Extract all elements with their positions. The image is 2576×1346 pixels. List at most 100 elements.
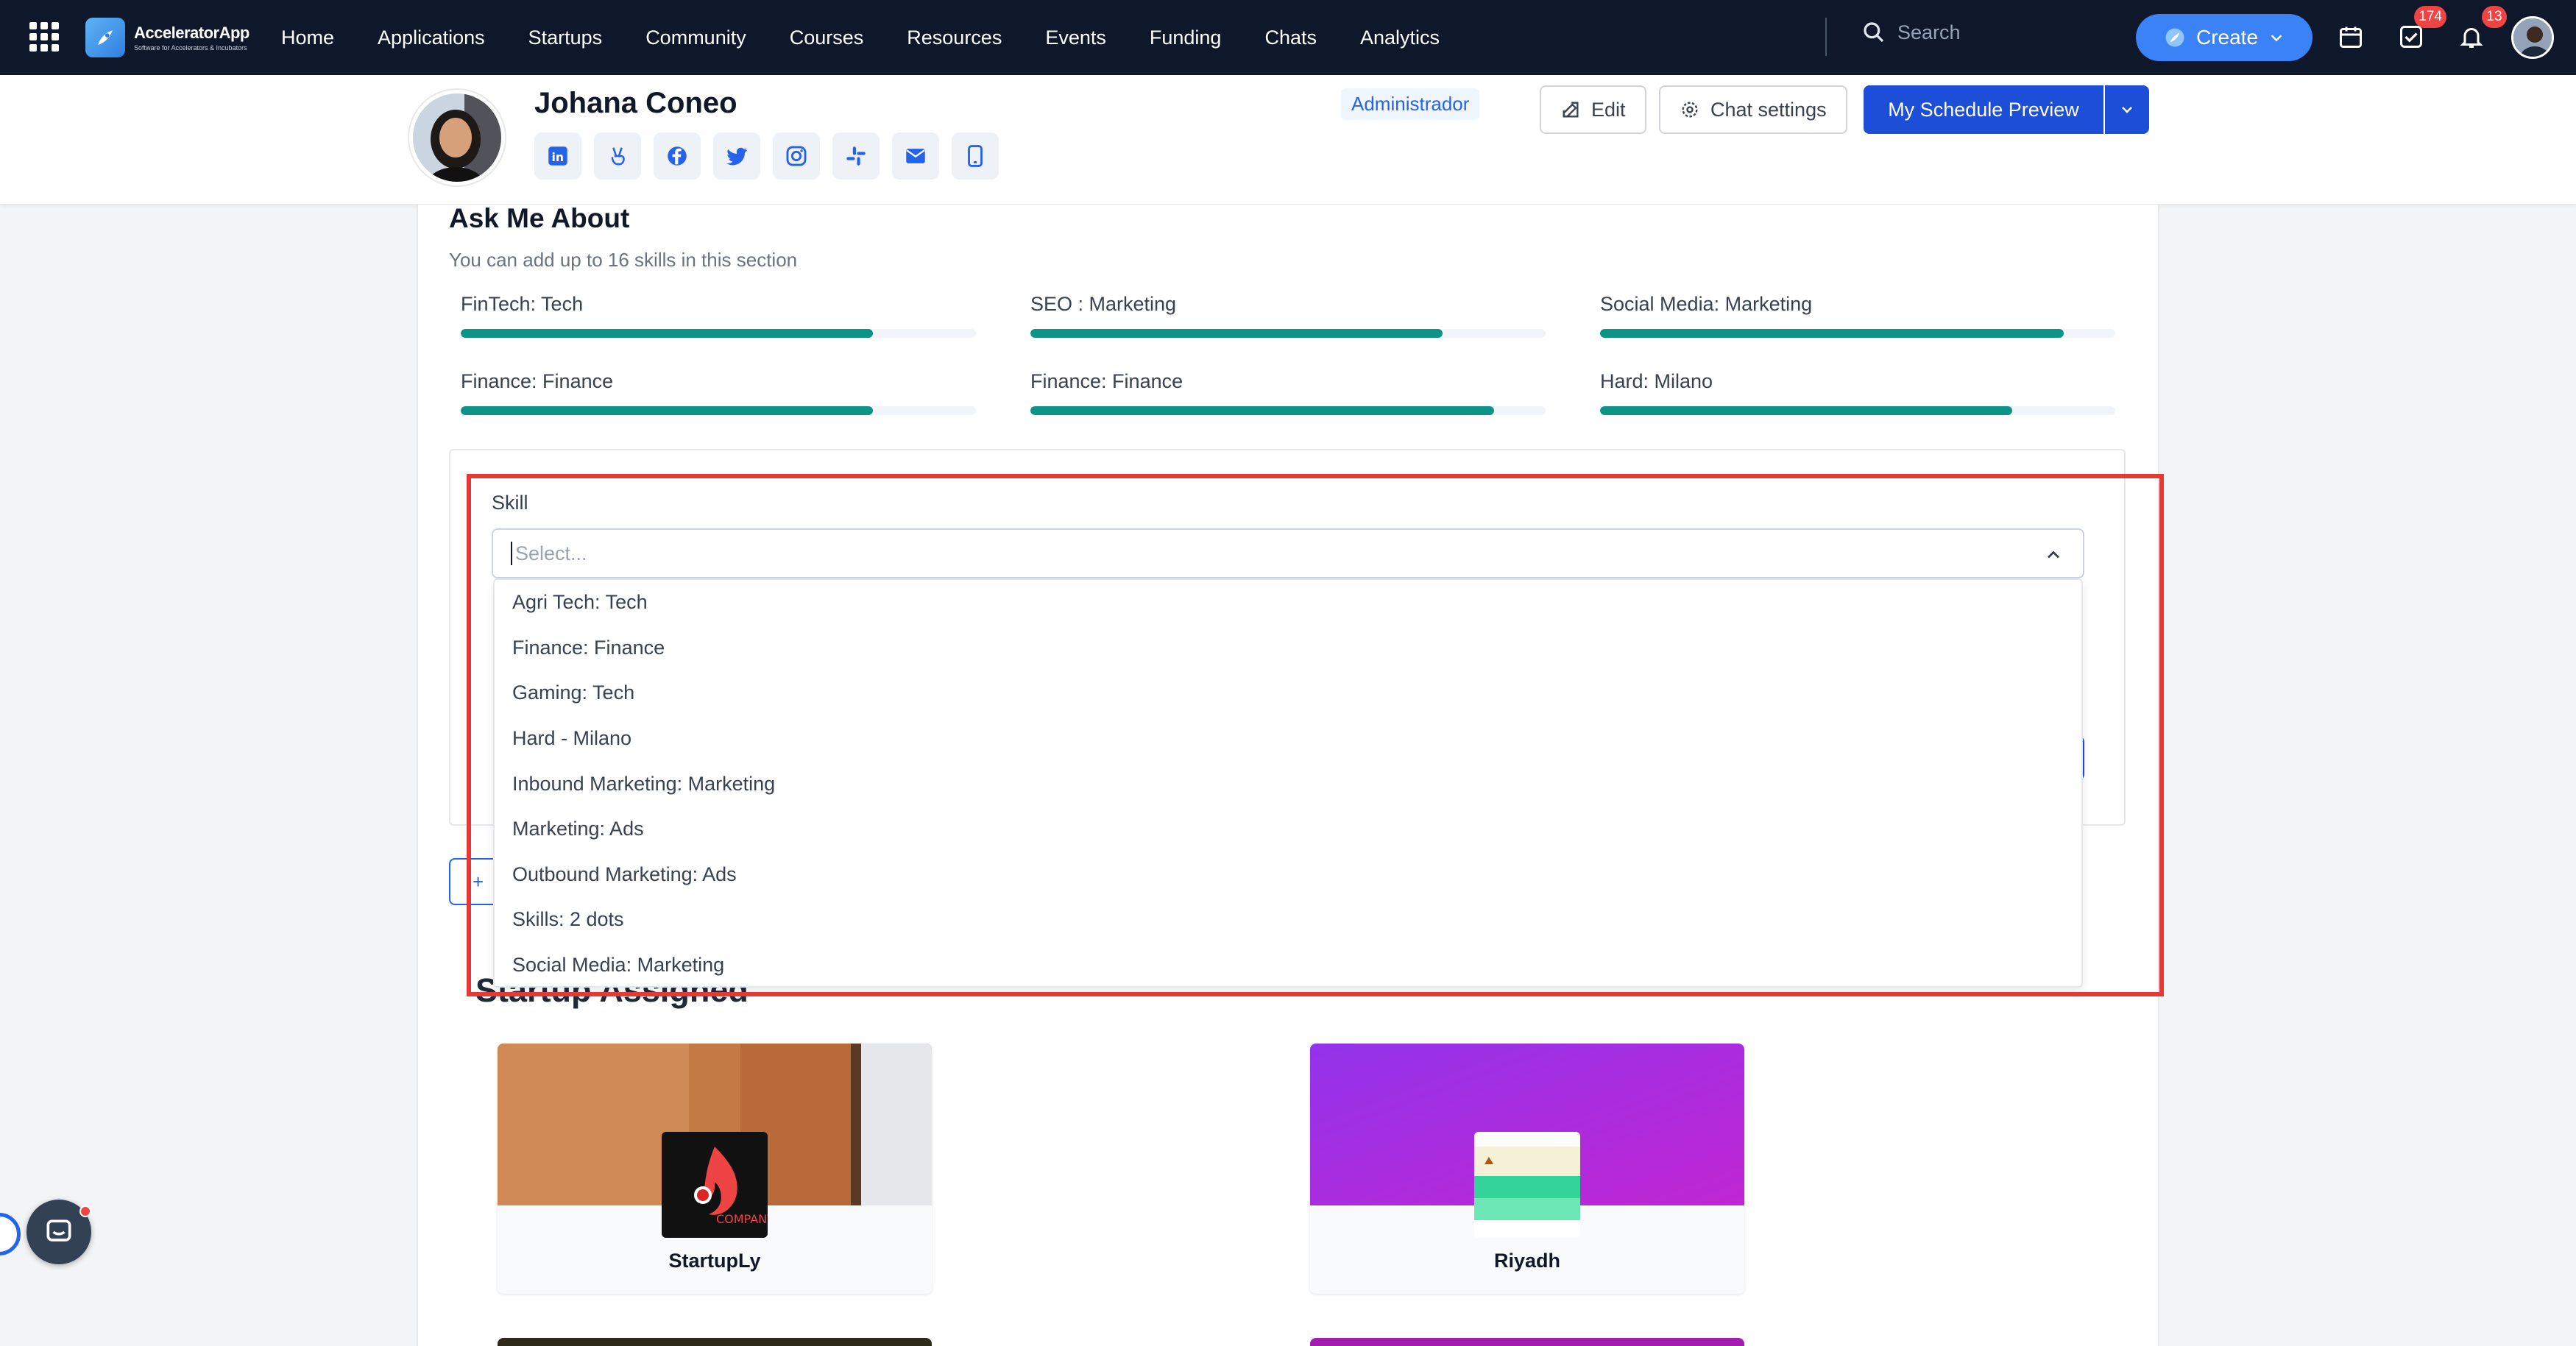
skill-item: FinTech: Tech [461,293,976,338]
skill-item: SEO : Marketing [1030,293,1546,338]
nav-analytics[interactable]: Analytics [1360,26,1440,49]
skill-progress-fill [461,329,873,338]
nav-resources[interactable]: Resources [907,26,1002,49]
skill-option[interactable]: Agri Tech: Tech [495,580,2081,626]
profile-header: Johana Coneo in Administrador Edit Chat … [0,75,2576,205]
slack-icon[interactable] [832,132,880,180]
role-badge: Administrador [1341,88,1480,120]
skill-item-label: SEO : Marketing [1030,293,1177,315]
floating-widget[interactable] [0,1213,21,1255]
logo-title: AcceleratorApp [134,24,250,42]
skill-item-label: Finance: Finance [1030,370,1183,392]
chevron-up-icon[interactable] [2043,545,2064,565]
skill-progress-track [1030,329,1546,338]
nav-events[interactable]: Events [1045,26,1106,49]
nav-applications[interactable]: Applications [378,26,485,49]
angellist-icon[interactable] [594,132,641,180]
nav-startups[interactable]: Startups [528,26,603,49]
rocket-icon [85,18,125,57]
startup-name: StartupLy [668,1250,761,1272]
skill-select-placeholder: Select... [515,542,587,564]
skill-option[interactable]: Finance: Finance [495,626,2081,671]
notifications-badge: 13 [2482,6,2507,28]
facebook-icon[interactable] [654,132,701,180]
email-icon[interactable] [892,132,939,180]
ask-me-about-title: Ask Me About [449,203,630,233]
social-links: in [534,132,999,180]
skill-item: Finance: Finance [1030,370,1546,415]
skill-progress-track [461,406,976,415]
skill-progress-track [1600,329,2115,338]
gear-icon [1682,102,1698,118]
skill-option[interactable]: Skills: 2 dots [495,897,2081,943]
nav-courses[interactable]: Courses [790,26,864,49]
logo-tagline: Software for Accelerators & Incubators [134,44,247,52]
top-navbar: AcceleratorApp Software for Accelerators… [0,0,2576,75]
apps-grid-icon[interactable] [29,22,59,52]
schedule-preview-button[interactable]: My Schedule Preview [1864,85,2103,134]
edit-icon [1563,102,1579,118]
startup-card[interactable]: Riyadh [1310,1044,1744,1294]
skill-item: Finance: Finance [461,370,976,415]
nav-chats[interactable]: Chats [1264,26,1317,49]
calendar-icon[interactable] [2336,22,2366,52]
skill-progress-track [461,329,976,338]
edit-button[interactable]: Edit [1540,85,1646,134]
chat-icon [46,1219,71,1241]
schedule-dropdown-button[interactable] [2105,85,2149,134]
skill-progress-track [1030,406,1546,415]
create-button[interactable]: Create [2136,14,2313,61]
startup-card[interactable] [1310,1338,1744,1346]
chat-settings-label: Chat settings [1710,98,1827,121]
company-logo-text: COMPANY [716,1212,768,1226]
search-input[interactable]: Search [1862,21,1961,44]
nav-funding[interactable]: Funding [1150,26,1222,49]
svg-text:in: in [552,151,564,164]
twitter-icon[interactable] [713,132,760,180]
tasks-icon[interactable]: 174 [2396,6,2446,52]
startup-card[interactable] [498,1338,932,1346]
nav-community[interactable]: Community [645,26,746,49]
app-logo[interactable]: AcceleratorApp Software for Accelerators… [85,18,250,57]
tasks-badge: 174 [2414,6,2446,28]
skill-option[interactable]: Hard - Milano [495,716,2081,762]
bell-icon[interactable]: 13 [2457,6,2507,52]
skill-select[interactable]: Select... [492,528,2084,578]
linkedin-icon[interactable]: in [534,132,581,180]
startup-logo [1474,1132,1580,1238]
skill-item: Social Media: Marketing [1600,293,2115,338]
chevron-down-icon [2271,35,2282,42]
skill-progress-track [1600,406,2115,415]
skill-progress-fill [461,406,873,415]
profile-name: Johana Coneo [534,87,737,119]
instagram-icon[interactable] [773,132,820,180]
startup-card[interactable]: COMPANY StartupLy [498,1044,932,1294]
skill-field-label: Skill [492,492,528,514]
skill-option[interactable]: Inbound Marketing: Marketing [495,761,2081,807]
chat-settings-button[interactable]: Chat settings [1659,85,1847,134]
user-avatar[interactable] [2511,16,2554,59]
nav-home[interactable]: Home [281,26,334,49]
profile-avatar [409,90,505,185]
skill-item-label: FinTech: Tech [461,293,584,315]
search-icon [1864,22,1884,43]
skill-progress-fill [1600,406,2012,415]
create-label: Create [2195,26,2259,49]
startup-name: Riyadh [1493,1250,1561,1272]
skill-option[interactable]: Outbound Marketing: Ads [495,852,2081,898]
rocket-icon [2165,28,2184,47]
ask-me-about-subtitle: You can add up to 16 skills in this sect… [449,249,798,271]
text-cursor [511,542,512,565]
skill-option[interactable]: Social Media: Marketing [495,943,2081,986]
skill-item-label: Hard: Milano [1600,370,1713,392]
edit-label: Edit [1591,98,1626,121]
skill-item-label: Finance: Finance [461,370,614,392]
skill-item: Hard: Milano [1600,370,2115,415]
chevron-down-icon [2122,107,2132,113]
startup-logo: COMPANY [662,1132,768,1238]
skill-progress-fill [1030,329,1443,338]
phone-icon[interactable] [952,132,999,180]
skill-option[interactable]: Marketing: Ads [495,807,2081,852]
search-placeholder: Search [1897,21,1961,43]
skill-option[interactable]: Gaming: Tech [495,670,2081,716]
